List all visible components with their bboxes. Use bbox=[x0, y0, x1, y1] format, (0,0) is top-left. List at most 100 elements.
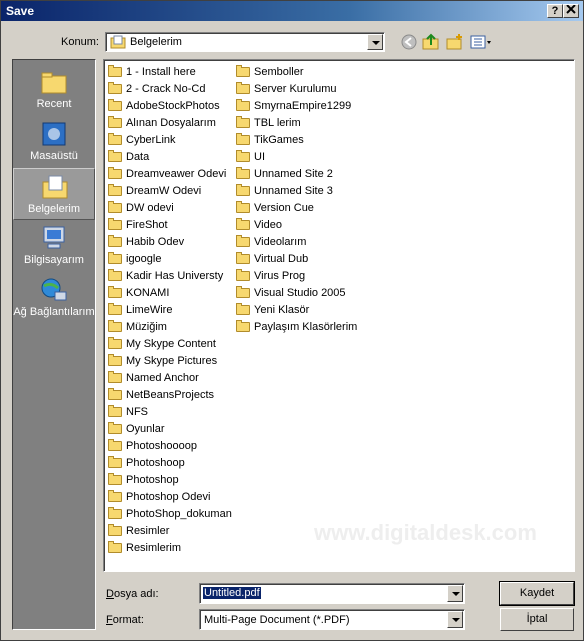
back-icon[interactable] bbox=[400, 33, 418, 51]
file-name: Data bbox=[126, 151, 150, 163]
close-icon bbox=[566, 4, 576, 14]
folder-icon bbox=[236, 167, 250, 179]
file-name: Habib Odev bbox=[126, 236, 185, 248]
file-name: CyberLink bbox=[126, 134, 176, 146]
folder-icon bbox=[108, 116, 122, 128]
place-label: Ağ Bağlantılarım bbox=[13, 306, 95, 318]
place-my-computer[interactable]: Bilgisayarım bbox=[13, 220, 95, 272]
folder-icon bbox=[108, 422, 122, 434]
view-menu-icon[interactable] bbox=[470, 33, 494, 51]
folder-icon bbox=[108, 405, 122, 417]
file-name: Photoshop Odevi bbox=[126, 491, 211, 503]
close-button[interactable] bbox=[563, 4, 579, 18]
file-name: Kadir Has Universty bbox=[126, 270, 224, 282]
file-name: DW odevi bbox=[126, 202, 174, 214]
file-name: My Skype Content bbox=[126, 338, 216, 350]
file-name: UI bbox=[254, 151, 265, 163]
chevron-down-icon[interactable] bbox=[447, 611, 463, 628]
watermark: www.digitaldesk.com bbox=[314, 520, 537, 545]
file-name: Unnamed Site 2 bbox=[254, 168, 333, 180]
file-name: Server Kurulumu bbox=[254, 83, 337, 95]
file-name: Semboller bbox=[254, 66, 304, 78]
filename-input[interactable]: Untitled.pdf bbox=[203, 587, 261, 599]
window-title: Save bbox=[6, 4, 35, 18]
location-value: Belgelerim bbox=[130, 36, 182, 48]
folder-icon bbox=[108, 167, 122, 179]
place-network[interactable]: Ağ Bağlantılarım bbox=[13, 272, 95, 324]
folder-icon bbox=[108, 269, 122, 281]
file-name: Virus Prog bbox=[254, 270, 306, 282]
file-name: Version Cue bbox=[254, 202, 314, 214]
file-name: Müziğim bbox=[126, 321, 167, 333]
file-name: Resimler bbox=[126, 525, 170, 537]
folder-icon bbox=[108, 201, 122, 213]
chevron-down-icon[interactable] bbox=[367, 34, 383, 50]
folder-icon bbox=[108, 184, 122, 196]
format-label: Format: bbox=[106, 614, 144, 626]
save-button[interactable]: Kaydet bbox=[499, 581, 575, 606]
file-name: SmyrnaEmpire1299 bbox=[254, 100, 352, 112]
folder-icon bbox=[108, 371, 122, 383]
my-documents-icon bbox=[110, 35, 126, 49]
folder-icon bbox=[108, 99, 122, 111]
place-recent[interactable]: Recent bbox=[13, 64, 95, 116]
file-name: KONAMI bbox=[126, 287, 170, 299]
file-name: Visual Studio 2005 bbox=[254, 287, 346, 299]
file-name: Virtual Dub bbox=[254, 253, 309, 265]
file-name: Photoshop bbox=[126, 474, 179, 486]
folder-icon bbox=[108, 286, 122, 298]
file-name: FireShot bbox=[126, 219, 168, 231]
title-bar: Save ? bbox=[1, 1, 583, 21]
location-combo[interactable]: Belgelerim bbox=[105, 32, 385, 52]
folder-icon bbox=[236, 286, 250, 298]
folder-icon bbox=[108, 541, 122, 553]
file-name: LimeWire bbox=[126, 304, 173, 316]
folder-icon bbox=[236, 184, 250, 196]
file-name: Dreamveawer Odevi bbox=[126, 168, 227, 180]
file-name: Named Anchor bbox=[126, 372, 199, 384]
format-select[interactable]: Multi-Page Document (*.PDF) bbox=[199, 609, 465, 630]
folder-icon bbox=[108, 337, 122, 349]
folder-icon bbox=[108, 320, 122, 332]
format-value: Multi-Page Document (*.PDF) bbox=[204, 614, 350, 626]
folder-icon bbox=[108, 65, 122, 77]
folder-icon bbox=[108, 473, 122, 485]
folder-icon bbox=[236, 201, 250, 213]
new-folder-icon[interactable] bbox=[446, 33, 464, 51]
file-name: NetBeansProjects bbox=[126, 389, 215, 401]
folder-icon bbox=[236, 218, 250, 230]
location-label: Konum: bbox=[61, 36, 99, 48]
file-name: Paylaşım Klasörlerim bbox=[254, 321, 358, 333]
file-name: Oyunlar bbox=[126, 423, 165, 435]
folder-icon bbox=[108, 150, 122, 162]
file-name: PhotoShop_dokuman bbox=[126, 508, 232, 520]
help-button[interactable]: ? bbox=[547, 4, 563, 18]
folder-icon bbox=[236, 252, 250, 264]
file-name: Video bbox=[254, 219, 282, 231]
filename-combo[interactable]: Untitled.pdf bbox=[199, 583, 465, 604]
folder-icon bbox=[236, 65, 250, 77]
recent-folder-icon bbox=[41, 72, 67, 94]
up-folder-icon[interactable] bbox=[422, 33, 440, 51]
folder-icon bbox=[108, 133, 122, 145]
filename-label: Dosya adı: bbox=[106, 588, 159, 600]
my-computer-icon bbox=[43, 226, 65, 249]
folder-icon bbox=[236, 150, 250, 162]
place-label: Bilgisayarım bbox=[24, 254, 84, 266]
cancel-button[interactable]: İptal bbox=[500, 608, 574, 631]
file-name: Alınan Dosyalarım bbox=[126, 117, 216, 129]
folder-icon bbox=[108, 235, 122, 247]
chevron-down-icon[interactable] bbox=[447, 585, 463, 602]
network-places-icon bbox=[41, 278, 67, 301]
folder-icon bbox=[236, 133, 250, 145]
file-list[interactable]: 1 - Install here 2 - Crack No-Cd AdobeStoc… bbox=[103, 59, 575, 572]
my-documents-icon bbox=[42, 175, 68, 199]
desktop-icon bbox=[42, 122, 66, 146]
folder-icon bbox=[236, 82, 250, 94]
file-name: igoogle bbox=[126, 253, 162, 265]
place-desktop[interactable]: Masaüstü bbox=[13, 116, 95, 168]
place-my-documents[interactable]: Belgelerim bbox=[13, 168, 95, 220]
folder-icon bbox=[108, 456, 122, 468]
file-name: 2 - Crack No-Cd bbox=[126, 83, 206, 95]
file-name: Videolarım bbox=[254, 236, 307, 248]
